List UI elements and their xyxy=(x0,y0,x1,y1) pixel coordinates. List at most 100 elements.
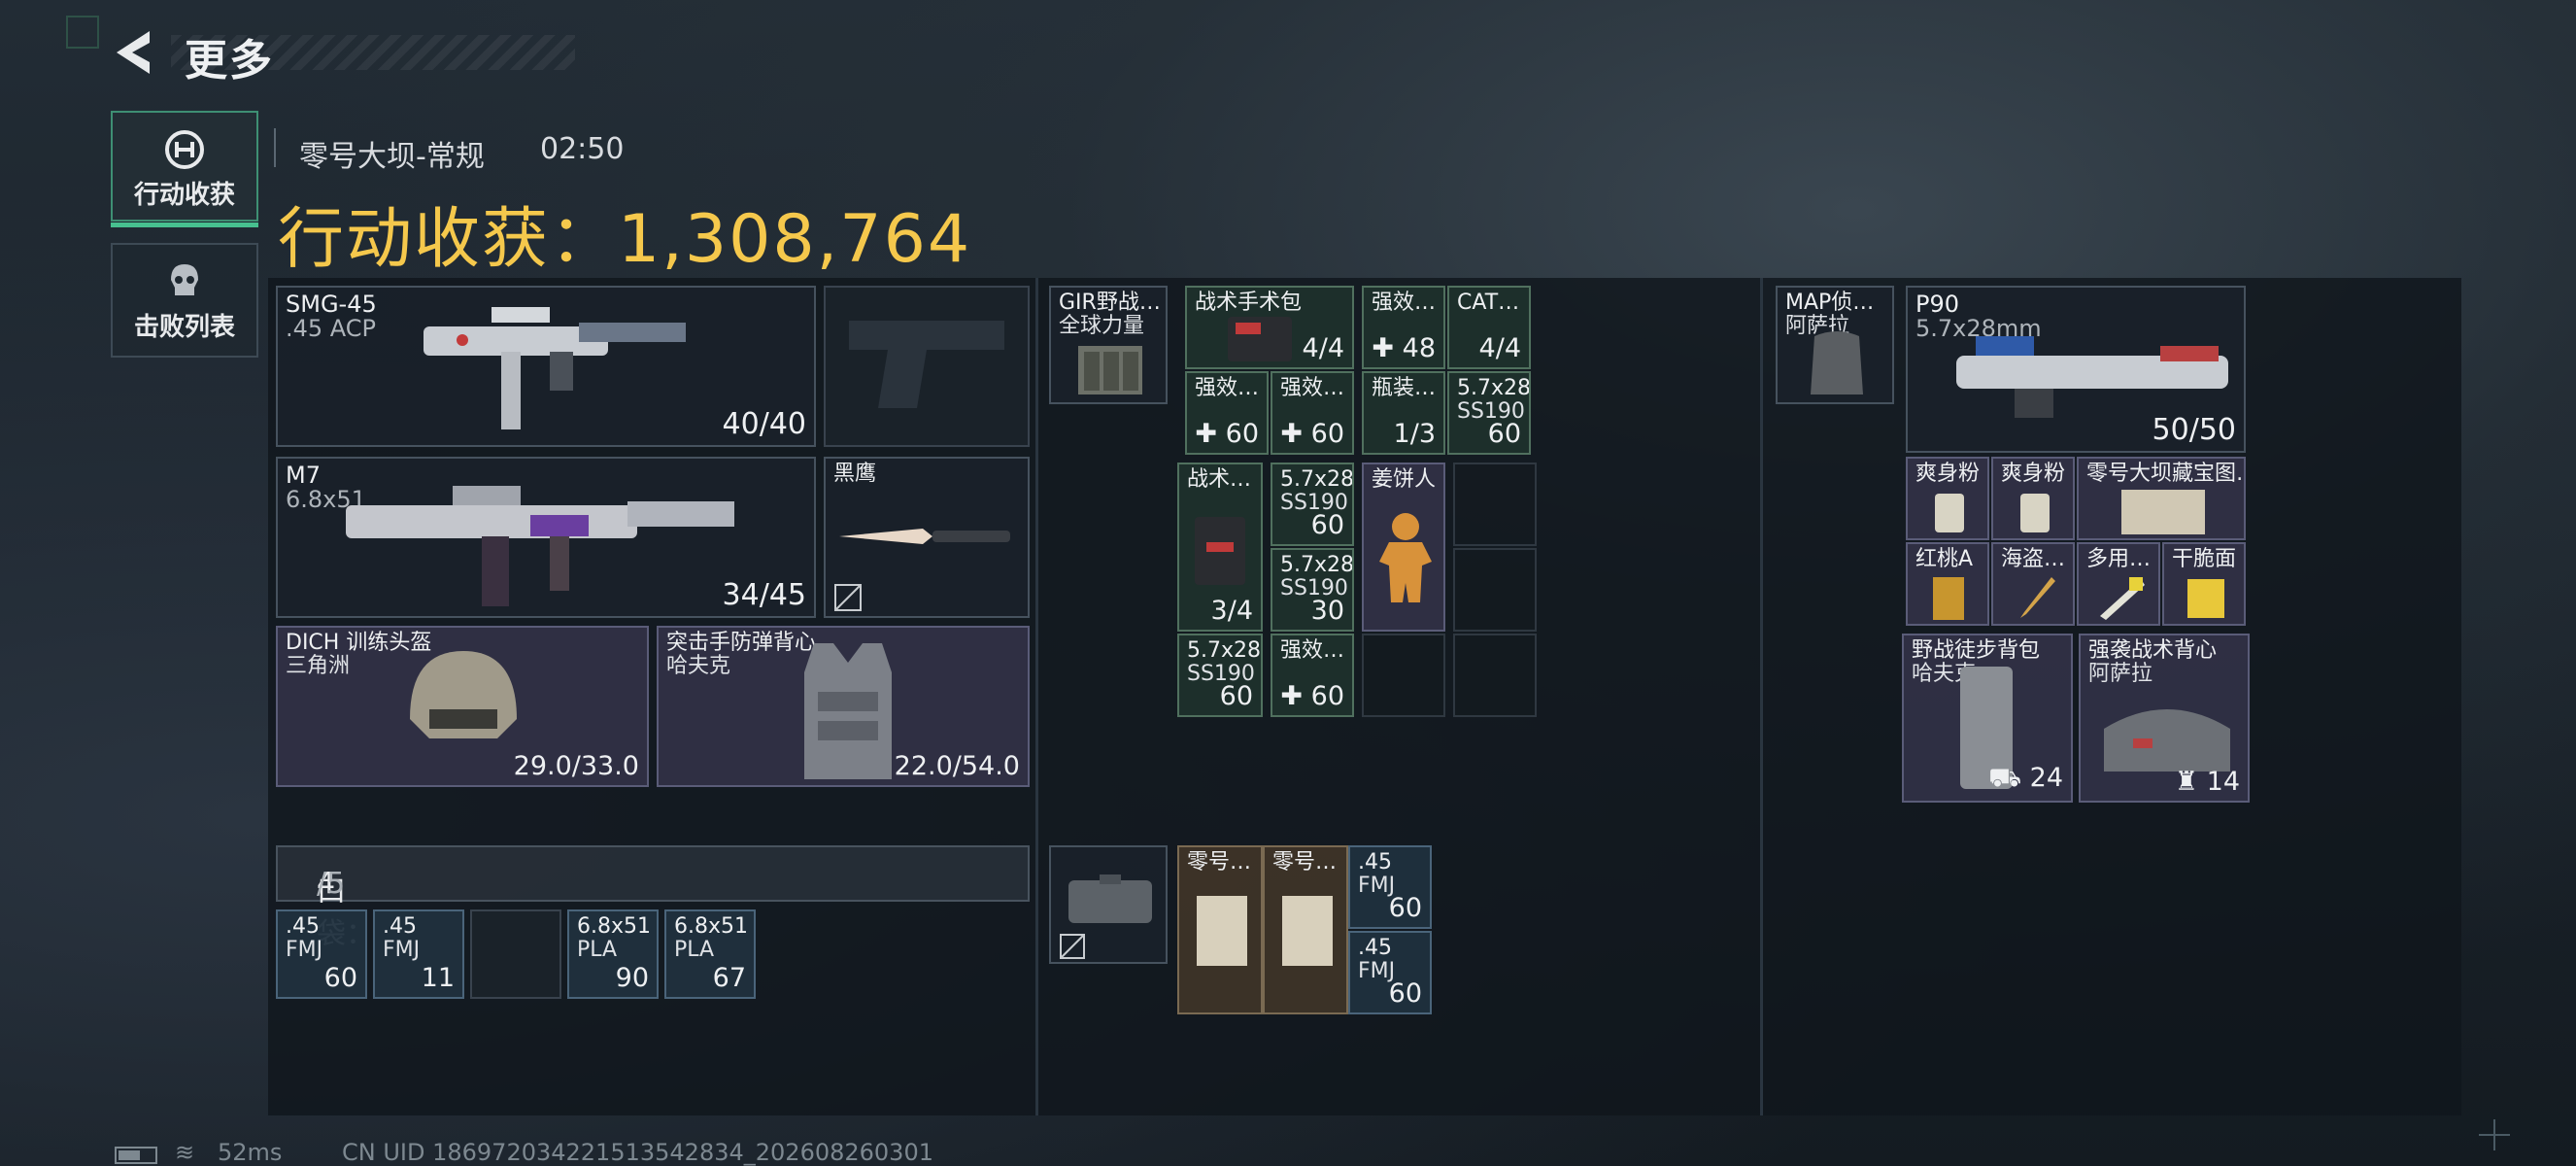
item-name: 瓶装… xyxy=(1372,376,1437,400)
pistol-placeholder-icon xyxy=(849,321,1004,408)
item-sub: PLA xyxy=(577,938,618,962)
item-qty: ♜ 14 xyxy=(2174,767,2240,797)
rig-item-surgery-kit[interactable]: 战术手术包 4/4 xyxy=(1185,286,1354,369)
backpack-item-treasure-map[interactable]: 零号大坝藏宝图… xyxy=(2077,457,2246,540)
treasure-map-icon xyxy=(2121,490,2205,534)
secondary-weapon-slot[interactable]: M7 6.8x51 34/45 xyxy=(276,457,816,618)
item-name: MAP侦… xyxy=(1785,291,1875,315)
item-qty: 1/3 xyxy=(1393,419,1436,449)
backpack-item[interactable]: 爽身粉 xyxy=(1906,457,1989,540)
item-name: 零号… xyxy=(1187,850,1252,874)
rig-slot-empty[interactable] xyxy=(1453,463,1537,546)
p90-icon xyxy=(1956,336,2228,418)
rig-slot-empty[interactable] xyxy=(1453,548,1537,632)
rig-item-stim[interactable]: 强效… ✚ 60 xyxy=(1271,634,1354,717)
rig-item-gingerbread[interactable]: 姜饼人 xyxy=(1362,463,1445,632)
ammo-count: 40/40 xyxy=(722,407,806,441)
user-uid: CN UID 186972034221513542834_20260826030… xyxy=(342,1139,933,1166)
rig-item-stim[interactable]: 强效… ✚ 60 xyxy=(1271,371,1354,455)
item-sub: PLA xyxy=(674,938,715,962)
item-name: 干脆面 xyxy=(2172,547,2237,571)
rig-item-cat[interactable]: CAT… 4/4 xyxy=(1447,286,1531,369)
rig-item-tactical[interactable]: 战术… 3/4 xyxy=(1177,463,1263,632)
item-name: 海盗… xyxy=(2001,547,2066,571)
unlocked-icon xyxy=(1060,934,1085,959)
tab-label: 行动收获 xyxy=(133,181,235,210)
rig-slot[interactable]: GIR野战… 全球力量 xyxy=(1049,286,1168,404)
case-item-ammo[interactable]: .45 FMJ 60 xyxy=(1348,845,1432,929)
rig-item-ammo[interactable]: 5.7x28 SS190 60 xyxy=(1271,463,1354,546)
rig-item-bottle[interactable]: 瓶装… 1/3 xyxy=(1362,371,1445,455)
pistol-slot-empty[interactable] xyxy=(824,286,1030,447)
primary-weapon-slot[interactable]: SMG-45 .45 ACP 40/40 xyxy=(276,286,816,447)
pocket-item[interactable]: 6.8x51 PLA 67 xyxy=(664,909,756,999)
case-icon xyxy=(1068,874,1152,923)
backpack-item[interactable]: 爽身粉 xyxy=(1991,457,2075,540)
match-time: 02:50 xyxy=(540,132,625,166)
item-name: .45 xyxy=(1358,936,1392,960)
backpack-item[interactable]: 干脆面 xyxy=(2162,542,2246,626)
tab-harvest[interactable]: 行动收获 xyxy=(111,111,258,227)
melee-slot[interactable]: 黑鹰 xyxy=(824,457,1030,618)
item-qty: 67 xyxy=(712,963,746,993)
pocket-item[interactable]: .45 FMJ 11 xyxy=(373,909,464,999)
case-item-ammo[interactable]: .45 FMJ 60 xyxy=(1348,931,1432,1014)
map-icon xyxy=(1197,896,1247,966)
helmet-slot[interactable]: DICH 训练头盔 三角洲 29.0/33.0 xyxy=(276,626,649,787)
rig-item-ammo[interactable]: 5.7x28 SS190 60 xyxy=(1447,371,1531,455)
item-name: 6.8x51 xyxy=(577,914,652,939)
secure-case-slot[interactable] xyxy=(1049,845,1168,964)
backpack-item[interactable]: 红桃A xyxy=(1906,542,1989,626)
case-item-map[interactable]: 零号… xyxy=(1263,845,1348,1014)
durability: 22.0/54.0 xyxy=(894,751,1020,781)
item-qty: 3/4 xyxy=(1210,596,1253,626)
rig-slot-empty[interactable] xyxy=(1453,634,1537,717)
item-name: 强效… xyxy=(1280,376,1345,400)
pocket-item-empty[interactable] xyxy=(470,909,561,999)
ammo-count: 34/45 xyxy=(722,578,806,612)
rig-item-stim[interactable]: 强效… ✚ 60 xyxy=(1185,371,1269,455)
armor-slot[interactable]: 突击手防弹背心 哈夫克 22.0/54.0 xyxy=(657,626,1030,787)
backpack-gun-slot[interactable]: P90 5.7x28mm 50/50 xyxy=(1906,286,2246,453)
multitool-icon xyxy=(2100,577,2145,620)
item-name: .45 xyxy=(383,914,417,939)
pocket-item[interactable]: .45 FMJ 60 xyxy=(276,909,367,999)
case-item-map[interactable]: 零号… xyxy=(1177,845,1263,1014)
backpack-slot[interactable]: MAP侦… 阿萨拉 xyxy=(1776,286,1894,404)
rig-item-ammo[interactable]: 5.7x28 SS190 60 xyxy=(1177,634,1263,717)
item-qty: 90 xyxy=(615,963,649,993)
rifle-icon xyxy=(346,486,734,606)
item-name: 5.7x28 xyxy=(1280,553,1354,577)
item-name: 5.7x28 xyxy=(1187,638,1262,663)
dagger-icon xyxy=(2020,577,2055,618)
item-name: .45 xyxy=(286,914,320,939)
rig-item-stim[interactable]: 强效… ✚ 48 xyxy=(1362,286,1445,369)
backpack-item[interactable]: 海盗… xyxy=(1991,542,2075,626)
item-qty: ⛟ 24 xyxy=(1988,763,2063,793)
backpack-item[interactable]: 多用… xyxy=(2077,542,2160,626)
item-qty: 60 xyxy=(1388,893,1422,923)
item-qty: 4/4 xyxy=(1478,333,1521,363)
item-name: 黑鹰 xyxy=(833,462,877,486)
rig-item-ammo[interactable]: 5.7x28 SS190 30 xyxy=(1271,548,1354,632)
item-sub: FMJ xyxy=(383,938,421,962)
back-button[interactable] xyxy=(113,27,159,78)
rig-slot-empty[interactable] xyxy=(1362,634,1445,717)
item-qty: 4/4 xyxy=(1302,333,1344,363)
tab-kill-list[interactable]: 击败列表 xyxy=(111,243,258,358)
item-name: 姜饼人 xyxy=(1372,467,1437,492)
harvest-label: 行动收获： xyxy=(278,201,619,278)
page-title: 更多 xyxy=(185,36,274,86)
backpack-item-bag[interactable]: 野战徒步背包 哈夫克 ⛟ 24 xyxy=(1902,634,2073,803)
item-name: 5.7x28 xyxy=(1280,467,1354,492)
item-name: SMG-45 xyxy=(286,291,377,318)
pocket-item[interactable]: 6.8x51 PLA 90 xyxy=(567,909,659,999)
powder-icon xyxy=(1935,494,1964,532)
harvest-tab-icon xyxy=(165,130,204,169)
backpack-item-vest[interactable]: 强袭战术背心 阿萨拉 ♜ 14 xyxy=(2079,634,2250,803)
item-qty: 11 xyxy=(421,963,455,993)
skull-icon xyxy=(171,264,198,295)
item-qty: 60 xyxy=(1219,681,1253,711)
card-icon xyxy=(1933,577,1964,620)
item-brand: 哈夫克 xyxy=(666,654,731,678)
